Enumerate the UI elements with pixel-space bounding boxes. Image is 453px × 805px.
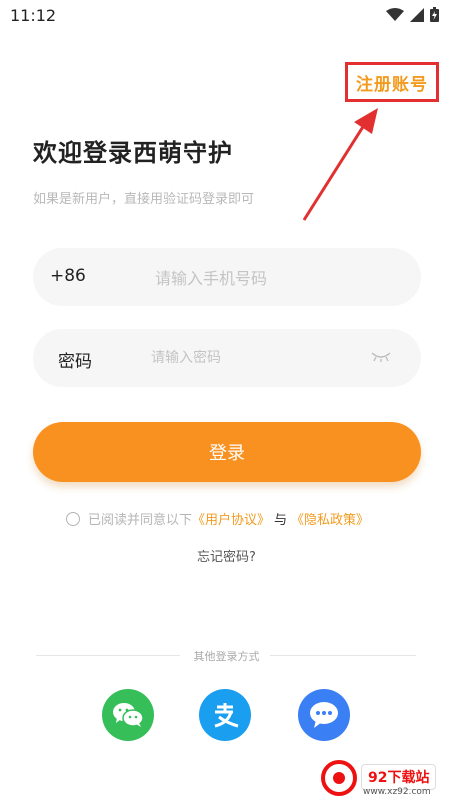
watermark: 92下载站 www.xz92.com — [317, 756, 447, 802]
country-code[interactable]: +86 — [50, 266, 86, 286]
agreement-prefix: 已阅读并同意以下 — [88, 513, 193, 528]
register-account-label: 注册账号 — [356, 74, 428, 95]
status-bar: 11:12 — [0, 0, 453, 32]
wechat-icon — [113, 703, 144, 727]
chat-icon — [310, 702, 338, 728]
user-agreement-link[interactable]: 《用户协议》 — [192, 509, 270, 528]
eye-closed-icon[interactable] — [371, 351, 391, 363]
phone-field: +86 — [33, 248, 421, 306]
message-login-button[interactable] — [298, 689, 350, 741]
signal-icon — [410, 7, 424, 22]
alipay-icon — [214, 703, 239, 728]
alipay-login-button[interactable] — [199, 689, 251, 741]
page-title: 欢迎登录西萌守护 — [33, 139, 233, 167]
wechat-login-button[interactable] — [102, 689, 154, 741]
annotation-arrow — [302, 108, 378, 221]
status-icons — [386, 7, 439, 22]
other-login-label: 其他登录方式 — [193, 650, 260, 663]
forgot-password-link[interactable]: 忘记密码? — [0, 546, 453, 565]
password-label: 密码 — [58, 352, 92, 372]
phone-input[interactable] — [153, 266, 397, 290]
agreement-checkbox[interactable] — [66, 511, 80, 526]
watermark-url: www.xz92.com — [363, 787, 431, 797]
divider-right — [270, 655, 416, 656]
agreement-row: 已阅读并同意以下 《用户协议》 与 《隐私政策》 — [66, 509, 369, 528]
agreement-and: 与 — [274, 513, 288, 528]
password-field: 密码 — [33, 329, 421, 387]
battery-icon — [430, 7, 439, 22]
wifi-icon — [386, 7, 404, 21]
register-account-link[interactable]: 注册账号 — [345, 62, 439, 102]
password-input[interactable] — [149, 346, 373, 370]
privacy-policy-link[interactable]: 《隐私政策》 — [291, 509, 369, 528]
page-subtitle: 如果是新用户，直接用验证码登录即可 — [33, 192, 255, 207]
login-button[interactable]: 登录 — [33, 422, 421, 482]
watermark-logo-icon — [321, 760, 357, 796]
status-time: 11:12 — [10, 6, 57, 25]
